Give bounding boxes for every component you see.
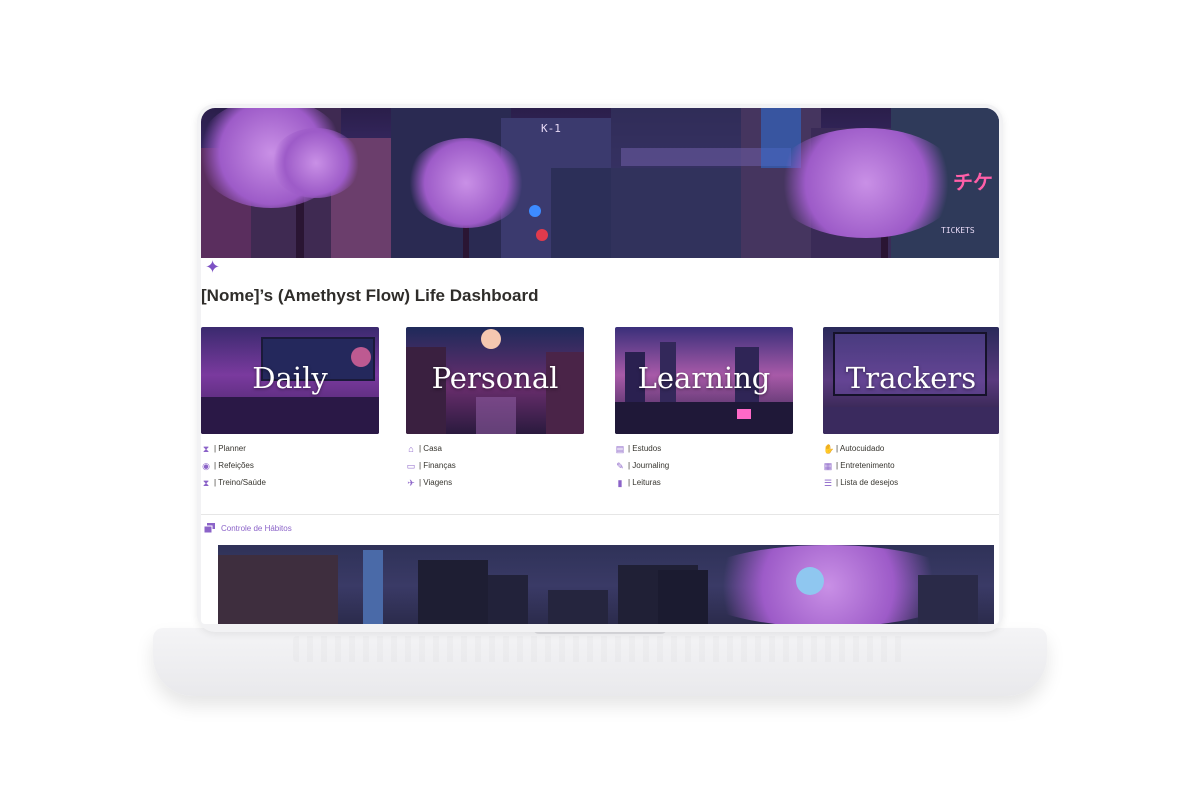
trackers-links: ✋ | Autocuidado ▦ | Entretenimento ☰ | List… <box>823 440 898 491</box>
cover-sign-k1: K-1 <box>541 122 561 135</box>
card-trackers-title: Trackers <box>845 361 977 395</box>
list-icon: ☰ <box>823 477 833 488</box>
card-personal-title: Personal <box>431 361 559 395</box>
cover-sign-kana: チケ <box>953 170 993 194</box>
laptop-keyboard <box>293 636 907 662</box>
home-icon: ⌂ <box>408 443 414 454</box>
link-label: | Refeições <box>214 461 254 470</box>
link-label: | Casa <box>419 444 442 453</box>
moon-icon <box>481 329 501 349</box>
link-refeicoes[interactable]: ◉ | Refeições <box>201 457 266 474</box>
moon-icon <box>796 567 824 595</box>
link-viagens[interactable]: ✈ | Viagens <box>406 474 456 491</box>
link-label: | Planner <box>214 444 246 453</box>
link-financas[interactable]: ▭ | Finanças <box>406 457 456 474</box>
stop-sign <box>536 229 548 241</box>
link-label: | Entretenimento <box>836 461 895 470</box>
cover-image[interactable]: K-1 チケ TICKETS <box>201 108 999 258</box>
link-estudos[interactable]: ▤ | Estudos <box>615 440 669 457</box>
link-label: | Leituras <box>628 478 661 487</box>
divider <box>201 514 999 515</box>
link-planner[interactable]: ⧗ | Planner <box>201 440 266 457</box>
link-label: | Lista de desejos <box>836 478 899 487</box>
film-icon: ▦ <box>823 460 833 471</box>
personal-links: ⌂ | Casa ▭ | Finanças ✈ | Viagens <box>406 440 456 491</box>
card-personal[interactable]: Personal <box>406 327 584 434</box>
bookmark-icon: ▮ <box>617 477 623 488</box>
daily-links: ⧗ | Planner ◉ | Refeições ⧗ | Treino/Saúde <box>201 440 266 491</box>
hourglass-icon: ⧗ <box>202 443 210 454</box>
cover-sign-tickets: TICKETS <box>941 226 975 235</box>
link-label: | Viagens <box>419 478 453 487</box>
card-daily[interactable]: Daily <box>201 327 379 434</box>
link-label: | Treino/Saúde <box>214 478 266 487</box>
plane-icon: ✈ <box>407 477 415 488</box>
card-learning[interactable]: Learning <box>615 327 793 434</box>
wallet-icon: ▭ <box>406 460 416 471</box>
link-autocuidado[interactable]: ✋ | Autocuidado <box>823 440 898 457</box>
link-label: | Journaling <box>628 461 670 470</box>
link-casa[interactable]: ⌂ | Casa <box>406 440 456 457</box>
traffic-sign <box>529 205 541 217</box>
link-label: | Finanças <box>419 461 456 470</box>
card-learning-title: Learning <box>637 361 771 395</box>
notion-page: K-1 チケ TICKETS ✦ [Nome]’s (Amethyst Flow… <box>201 108 999 624</box>
pen-icon: ✎ <box>616 460 624 471</box>
hand-icon: ✋ <box>823 443 835 454</box>
card-trackers[interactable]: Trackers <box>823 327 999 434</box>
link-lista-de-desejos[interactable]: ☰ | Lista de desejos <box>823 474 898 491</box>
link-leituras[interactable]: ▮ | Leituras <box>615 474 669 491</box>
habit-tracker-link[interactable]: Controle de Hábitos <box>204 523 292 533</box>
target-icon: ◉ <box>202 460 210 471</box>
link-label: | Estudos <box>628 444 662 453</box>
sparkle-icon[interactable]: ✦ <box>205 258 220 276</box>
habit-tracker-cover[interactable] <box>218 545 994 624</box>
database-icon <box>204 523 215 533</box>
link-treino-saude[interactable]: ⧗ | Treino/Saúde <box>201 474 266 491</box>
link-entretenimento[interactable]: ▦ | Entretenimento <box>823 457 898 474</box>
page-title[interactable]: [Nome]’s (Amethyst Flow) Life Dashboard <box>201 286 539 306</box>
link-label: | Autocuidado <box>836 444 885 453</box>
learning-links: ▤ | Estudos ✎ | Journaling ▮ | Leituras <box>615 440 669 491</box>
link-journaling[interactable]: ✎ | Journaling <box>615 457 669 474</box>
book-icon: ▤ <box>615 443 625 454</box>
habit-tracker-label: Controle de Hábitos <box>221 523 292 533</box>
hourglass-icon: ⧗ <box>202 477 210 488</box>
card-daily-title: Daily <box>252 361 328 395</box>
laptop-base <box>153 628 1047 696</box>
